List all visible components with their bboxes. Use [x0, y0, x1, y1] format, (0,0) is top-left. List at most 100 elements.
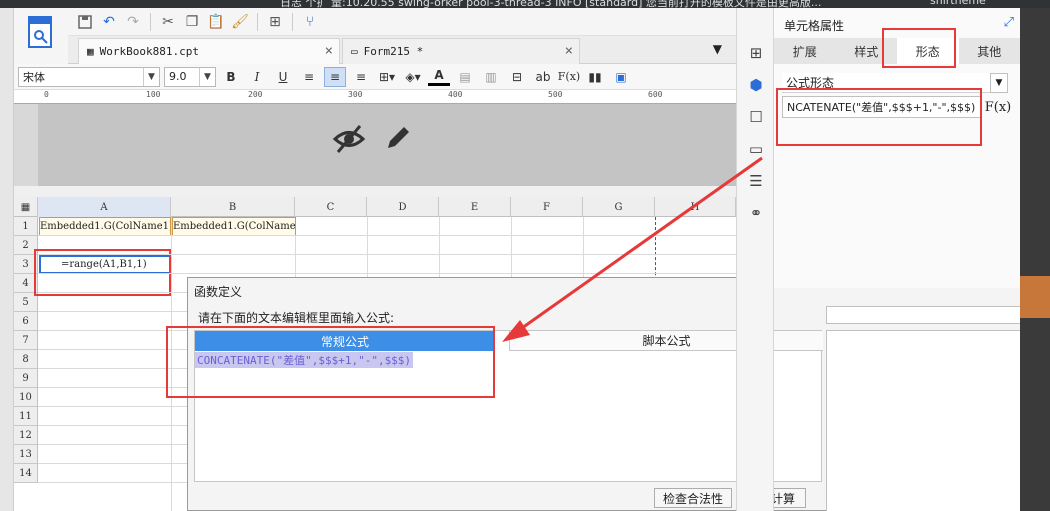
ruler: 0 100 200 300 400 500 600: [14, 90, 736, 104]
fx-button[interactable]: F(x): [985, 96, 1012, 118]
collapse-icon[interactable]: ⤢: [1004, 15, 1014, 30]
column-header[interactable]: F: [511, 197, 583, 217]
text-ab-button[interactable]: ab: [532, 67, 554, 87]
tab-script-formula[interactable]: 脚本公式: [509, 331, 823, 351]
align-center-icon[interactable]: ≡: [324, 66, 346, 87]
cell-property-icon[interactable]: ⬢: [745, 74, 767, 96]
font-size-value: 9.0: [169, 70, 187, 83]
tab-workbook[interactable]: ▦ WorkBook881.cpt ×: [78, 38, 340, 64]
close-icon[interactable]: ×: [565, 43, 573, 59]
document-tabs: ▦ WorkBook881.cpt × ▭ Form215 * × ▼: [68, 36, 736, 64]
function-list-panel[interactable]: [826, 330, 1024, 511]
cell-element-icon[interactable]: ⊞: [745, 42, 767, 64]
left-rail: [0, 8, 14, 511]
insert-cell-icon[interactable]: ⊟: [506, 67, 528, 87]
cut-icon[interactable]: ✂: [157, 11, 179, 33]
image-icon[interactable]: ▣: [610, 67, 632, 87]
tab-expand[interactable]: 扩展: [774, 38, 836, 64]
grid-line: [38, 273, 736, 274]
merge-icon[interactable]: ▤: [454, 67, 476, 87]
row-header[interactable]: 1: [14, 217, 38, 236]
row-header[interactable]: 9: [14, 369, 38, 388]
function-search-input[interactable]: [826, 306, 1024, 324]
row-header[interactable]: 6: [14, 312, 38, 331]
column-header[interactable]: B: [171, 197, 295, 217]
split-icon[interactable]: ▥: [480, 67, 502, 87]
chart-icon[interactable]: ▮▮: [584, 67, 606, 87]
tab-form[interactable]: ▭ Form215 * ×: [342, 38, 580, 64]
save-icon[interactable]: [74, 11, 96, 33]
clear-icon[interactable]: ⑂: [299, 11, 321, 33]
highlight-box: [882, 28, 956, 68]
font-name-value: 宋体: [23, 70, 45, 84]
ruler-tick: 100: [146, 90, 161, 99]
column-header[interactable]: H: [655, 197, 736, 217]
cell-a1[interactable]: Embedded1.G(ColName1): [39, 217, 171, 236]
column-header-row: ▦ A B C D E F G H: [14, 197, 736, 217]
font-color-icon[interactable]: A: [428, 68, 450, 86]
column-header[interactable]: A: [38, 197, 171, 217]
main-toolbar: ↶ ↷ ✂ ❐ 📋 🖌 ⊞ ⑂: [68, 8, 736, 36]
link-icon[interactable]: ⚭: [745, 202, 767, 224]
panel-title: 单元格属性: [784, 19, 845, 33]
formula-dialog: 函数定义 请在下面的文本编辑框里面输入公式: 常规公式 脚本公式 CONCATE…: [166, 277, 1024, 511]
tab-menu-icon[interactable]: ▼: [713, 42, 722, 56]
row-header[interactable]: 13: [14, 445, 38, 464]
toolbar-separator: [150, 12, 151, 31]
column-header[interactable]: E: [439, 197, 511, 217]
row-header[interactable]: 11: [14, 407, 38, 426]
undo-icon[interactable]: ↶: [98, 11, 120, 33]
formula-button[interactable]: F(x): [558, 67, 580, 87]
highlight-box: [776, 88, 982, 146]
fill-color-icon[interactable]: ◈▾: [402, 67, 424, 87]
highlight-box: [166, 326, 495, 398]
column-header[interactable]: C: [295, 197, 367, 217]
check-validity-button[interactable]: 检查合法性: [654, 488, 732, 508]
underline-button[interactable]: U: [272, 67, 294, 87]
dialog-hint: 请在下面的文本编辑框里面输入公式:: [198, 311, 395, 325]
row-header[interactable]: 7: [14, 331, 38, 350]
ruler-tick: 0: [44, 90, 49, 99]
form-icon: ▭: [351, 45, 358, 58]
grid-icon: ▦: [87, 45, 94, 58]
select-all-corner[interactable]: ▦: [14, 197, 38, 217]
ruler-tick: 200: [248, 90, 263, 99]
theme-label: shirtheme: [930, 0, 986, 7]
widget-icon[interactable]: ☐: [745, 106, 767, 128]
row-header[interactable]: 12: [14, 426, 38, 445]
background-accent: [1020, 276, 1050, 318]
close-icon[interactable]: ×: [325, 43, 333, 59]
tab-other[interactable]: 其他: [959, 38, 1021, 64]
parameter-canvas[interactable]: [14, 104, 736, 186]
chevron-down-icon: ▼: [199, 67, 215, 86]
border-icon[interactable]: ⊞▾: [376, 67, 398, 87]
condition-icon[interactable]: ▭: [745, 138, 767, 160]
template-icon-area: [14, 8, 68, 64]
bold-button[interactable]: B: [220, 67, 242, 87]
column-header[interactable]: D: [367, 197, 439, 217]
template-doc-icon[interactable]: [28, 16, 54, 50]
paste-icon[interactable]: 📋: [205, 11, 227, 33]
layer-icon[interactable]: ☰: [745, 170, 767, 192]
redo-icon[interactable]: ↷: [122, 11, 144, 33]
pencil-icon[interactable]: [382, 122, 414, 154]
format-painter-icon[interactable]: 🖌: [229, 11, 251, 33]
status-strip: 日志 个扩 量:10.20.55 swing-orker pool-3-thre…: [0, 0, 1050, 8]
column-header[interactable]: G: [583, 197, 655, 217]
cell-b1[interactable]: Embedded1.G(ColName2): [172, 217, 296, 236]
font-size-select[interactable]: 9.0 ▼: [164, 66, 216, 87]
ruler-tick: 600: [648, 90, 663, 99]
align-right-icon[interactable]: ≡: [350, 67, 372, 87]
grid-line: [38, 235, 736, 236]
property-tool-strip: ⊞ ⬢ ☐ ▭ ☰ ⚭: [736, 8, 774, 511]
row-header[interactable]: 10: [14, 388, 38, 407]
row-header[interactable]: 14: [14, 464, 38, 483]
italic-button[interactable]: I: [246, 67, 268, 87]
toolbar-separator: [257, 12, 258, 31]
insert-icon[interactable]: ⊞: [264, 11, 286, 33]
eye-off-icon[interactable]: [332, 122, 366, 156]
align-left-icon[interactable]: ≡: [298, 67, 320, 87]
font-name-select[interactable]: 宋体 ▼: [18, 66, 160, 87]
copy-icon[interactable]: ❐: [181, 11, 203, 33]
row-header[interactable]: 8: [14, 350, 38, 369]
